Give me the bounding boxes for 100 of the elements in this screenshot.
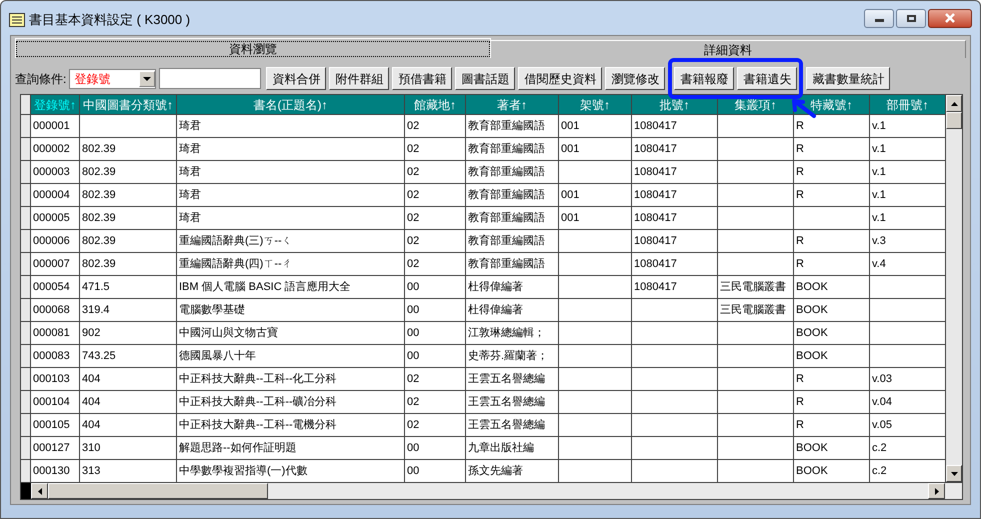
table-cell: 02 [405, 138, 466, 160]
table-cell: 001 [559, 207, 632, 229]
tab[interactable]: 資料瀏覽 [15, 38, 491, 58]
table-cell: 九章出版社編 [466, 437, 559, 459]
row-indicator[interactable] [21, 414, 31, 436]
minimize-button[interactable] [864, 8, 894, 28]
table-cell: R [794, 391, 870, 413]
table-cell: 中正科技大辭典--工科--電機分科 [177, 414, 405, 436]
row-indicator[interactable] [21, 460, 31, 482]
table-cell: 00 [405, 437, 466, 459]
row-indicator[interactable] [21, 138, 31, 160]
row-indicator[interactable] [21, 253, 31, 275]
toolbar-button[interactable]: 借閱歷史資料 [518, 67, 602, 90]
close-button[interactable] [928, 8, 972, 28]
table-cell: 琦君 [177, 115, 405, 137]
table-cell: 471.5 [80, 276, 177, 298]
table-cell: 802.39 [80, 184, 177, 206]
column-header[interactable]: 書名(正題名)↑ [177, 95, 405, 114]
column-header[interactable]: 批號↑ [632, 95, 718, 114]
toolbar-button[interactable]: 資料合併 [266, 67, 326, 90]
table-cell: 教育部重編國語 [466, 161, 559, 183]
table-cell: 02 [405, 115, 466, 137]
table-cell: R [794, 161, 870, 183]
table-cell: 1080417 [632, 184, 718, 206]
row-indicator[interactable] [21, 115, 31, 137]
table-cell: 02 [405, 368, 466, 390]
scroll-thumb[interactable] [946, 112, 962, 129]
table-cell: 重編國語辭典(四)ㄒ--ㄔ [177, 253, 405, 275]
scroll-right-button[interactable] [928, 483, 945, 499]
table-cell: 王雲五名譽總編 [466, 368, 559, 390]
scroll-left-button[interactable] [31, 483, 48, 499]
table-cell: 001 [559, 184, 632, 206]
column-header[interactable]: 登錄號↑ [31, 95, 80, 114]
toolbar-button[interactable]: 書籍報廢 [674, 67, 734, 90]
right-arrow-icon [934, 488, 938, 494]
table-cell: 000081 [31, 322, 80, 344]
table-cell: 000007 [31, 253, 80, 275]
row-indicator[interactable] [21, 207, 31, 229]
row-indicator[interactable] [21, 230, 31, 252]
table-cell: BOOK [794, 345, 870, 367]
toolbar-button[interactable]: 預借書籍 [392, 67, 452, 90]
table-cell: 00 [405, 299, 466, 321]
scroll-thumb[interactable] [48, 483, 268, 499]
column-header[interactable]: 集叢項↑ [718, 95, 794, 114]
column-header[interactable]: 館藏地↑ [405, 95, 466, 114]
scroll-down-button[interactable] [946, 465, 962, 482]
table-cell: 琦君 [177, 184, 405, 206]
table-cell: 教育部重編國語 [466, 230, 559, 252]
window-title: 書目基本資料設定 ( K3000 ) [29, 11, 190, 30]
table-cell: 000054 [31, 276, 80, 298]
query-dropdown[interactable]: 登錄號 [69, 68, 156, 88]
table-cell: BOOK [794, 322, 870, 344]
column-header[interactable]: 著者↑ [466, 95, 559, 114]
maximize-button[interactable] [896, 8, 926, 28]
table-cell: 解題思路--如何作証明題 [177, 437, 405, 459]
table-cell: 德國風暴八十年 [177, 345, 405, 367]
table-cell: 1080417 [632, 138, 718, 160]
table-cell: BOOK [794, 437, 870, 459]
search-field[interactable] [159, 68, 262, 89]
toolbar-button[interactable]: 藏書數量統計 [806, 67, 890, 90]
table-cell: R [794, 184, 870, 206]
table-cell: R [794, 368, 870, 390]
table-cell: 王雲五名譽總編 [466, 391, 559, 413]
table-cell: 000103 [31, 368, 80, 390]
table-cell: 000004 [31, 184, 80, 206]
row-indicator[interactable] [21, 391, 31, 413]
table-cell: 1080417 [632, 115, 718, 137]
table-cell: 三民電腦叢書 [718, 276, 794, 298]
toolbar-button[interactable]: 附件群組 [329, 67, 390, 90]
dropdown-arrow-icon [143, 76, 152, 80]
table-cell: 802.39 [80, 253, 177, 275]
toolbar-button[interactable]: 瀏覽修改 [605, 67, 666, 90]
toolbar-button[interactable]: 圖書話題 [455, 67, 516, 90]
table-cell: 杜得偉編著 [466, 276, 559, 298]
table-cell: 02 [405, 207, 466, 229]
table-cell: 802.39 [80, 230, 177, 252]
column-header[interactable]: 中國圖書分類號↑ [80, 95, 177, 114]
table-cell: 02 [405, 391, 466, 413]
scroll-up-button[interactable] [946, 95, 962, 112]
row-indicator[interactable] [21, 368, 31, 390]
toolbar-button[interactable]: 書籍遺失 [737, 67, 798, 90]
row-indicator[interactable] [21, 184, 31, 206]
row-indicator[interactable] [21, 322, 31, 344]
table-cell: 404 [80, 414, 177, 436]
table-cell: 杜得偉編著 [466, 299, 559, 321]
column-header[interactable]: 特藏號↑ [794, 95, 870, 114]
row-indicator[interactable] [21, 276, 31, 298]
row-indicator[interactable] [21, 345, 31, 367]
table-cell: 1080417 [632, 276, 718, 298]
table-cell: 000105 [31, 414, 80, 436]
row-indicator[interactable] [21, 437, 31, 459]
table-cell: BOOK [794, 276, 870, 298]
left-arrow-icon [38, 488, 42, 494]
table-cell: 02 [405, 161, 466, 183]
row-indicator[interactable] [21, 161, 31, 183]
tab[interactable]: 詳細資料 [491, 40, 966, 58]
table-cell: 教育部重編國語 [466, 184, 559, 206]
row-indicator[interactable] [21, 299, 31, 321]
table-cell: R [794, 115, 870, 137]
column-header[interactable]: 架號↑ [559, 95, 632, 114]
